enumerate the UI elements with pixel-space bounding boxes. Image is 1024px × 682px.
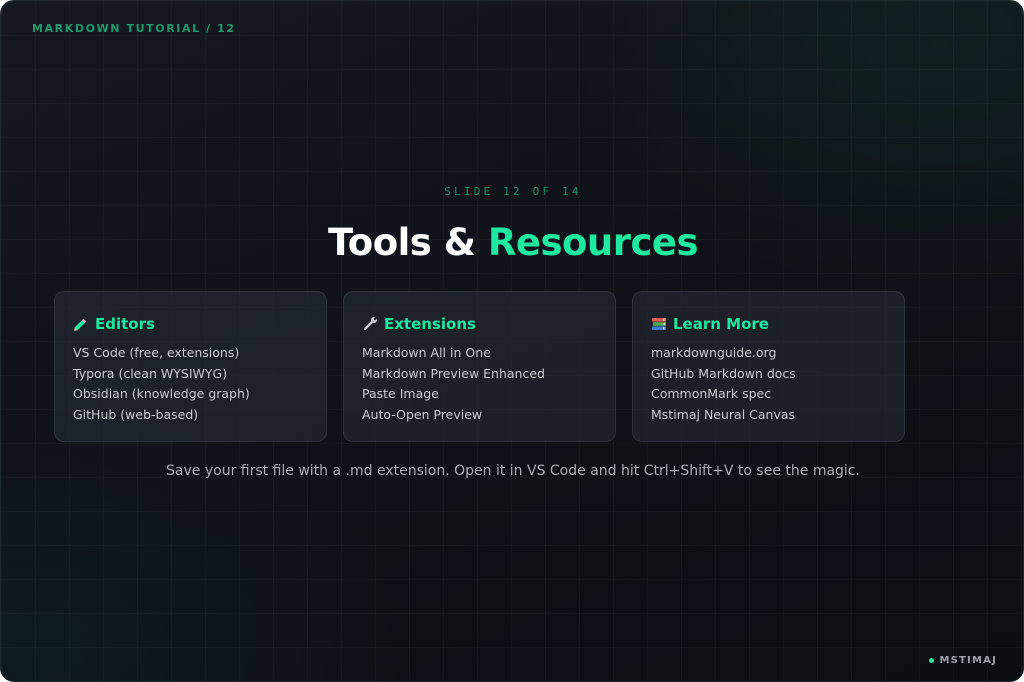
books-icon xyxy=(651,316,667,332)
card-list: markdownguide.org GitHub Markdown docs C… xyxy=(651,343,886,425)
list-item: Mstimaj Neural Canvas xyxy=(651,406,796,422)
list-item: Markdown All in One xyxy=(362,345,491,360)
card-extensions: Extensions Markdown All in One Markdown … xyxy=(343,291,616,442)
slide: MARKDOWN TUTORIAL / 12 SLIDE 12 OF 14 To… xyxy=(0,0,1024,682)
topic-label: MARKDOWN TUTORIAL / 12 xyxy=(32,22,236,35)
card-title: Learn More xyxy=(673,315,769,333)
list-item: markdownguide.org xyxy=(651,345,777,360)
card-header: Editors xyxy=(73,314,308,334)
list-item: GitHub Markdown docs xyxy=(651,365,796,381)
pencil-icon xyxy=(73,316,89,332)
card-header: Extensions xyxy=(362,314,597,334)
card-header: Learn More xyxy=(651,314,886,334)
title-accent: Resources xyxy=(487,221,699,264)
list-item: Paste Image xyxy=(362,386,439,401)
card-learn-more: Learn More markdownguide.org GitHub Mark… xyxy=(632,291,905,442)
brand-label: MSTIMAJ xyxy=(939,655,997,666)
title-main: Tools & xyxy=(327,221,476,264)
card-title: Extensions xyxy=(384,315,476,333)
list-item: Markdown Preview Enhanced xyxy=(362,365,545,381)
card-title: Editors xyxy=(95,315,155,333)
list-item: VS Code (free, extensions) xyxy=(73,345,240,360)
status-dot-icon xyxy=(929,658,935,663)
card-list: VS Code (free, extensions) Typora (clean… xyxy=(73,343,308,425)
list-item: Typora (clean WYSIWYG) xyxy=(73,365,228,381)
brand-badge: MSTIMAJ xyxy=(929,655,997,666)
tip-text: Save your first file with a .md extensio… xyxy=(166,463,860,479)
list-item: Auto-Open Preview xyxy=(362,406,483,422)
list-item: CommonMark spec xyxy=(651,386,772,401)
slide-counter: SLIDE 12 OF 14 xyxy=(444,185,582,198)
list-item: Obsidian (knowledge graph) xyxy=(73,386,250,401)
card-list: Markdown All in One Markdown Preview Enh… xyxy=(362,343,597,425)
wrench-icon xyxy=(362,316,378,332)
list-item: GitHub (web-based) xyxy=(73,406,199,422)
page-title: Tools & Resources xyxy=(1,219,1023,267)
card-editors: Editors VS Code (free, extensions) Typor… xyxy=(54,291,327,442)
